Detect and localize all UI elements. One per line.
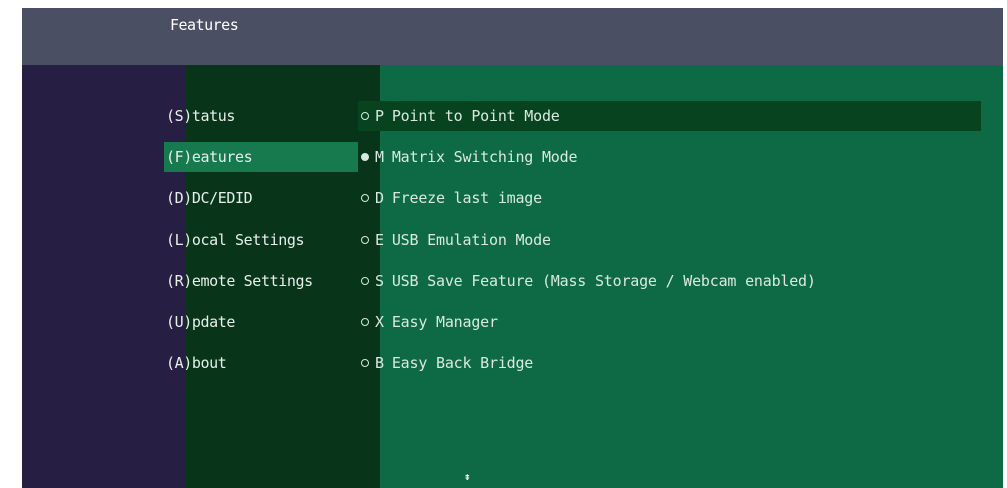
option-hotkey: M bbox=[375, 148, 384, 166]
radio-button[interactable] bbox=[361, 193, 369, 202]
menu-item-label: (L)ocal Settings bbox=[166, 231, 305, 249]
menu-item-label: (A)bout bbox=[166, 354, 227, 372]
menu-item-about[interactable]: (A)bout bbox=[164, 348, 358, 378]
menu-item-label: (U)pdate bbox=[166, 313, 236, 331]
left-blank-pane bbox=[22, 65, 186, 488]
option-usb-emulation-mode[interactable]: E USB Emulation Mode bbox=[358, 225, 981, 255]
option-easy-manager[interactable]: X Easy Manager bbox=[358, 307, 981, 337]
option-hotkey: P bbox=[375, 107, 384, 125]
option-label: Easy Manager bbox=[391, 313, 498, 331]
menu-item-update[interactable]: (U)pdate bbox=[164, 307, 358, 337]
option-label: USB Save Feature (Mass Storage / Webcam … bbox=[391, 272, 816, 290]
menu-item-label: (R)emote Settings bbox=[166, 272, 313, 290]
menu-item-status[interactable]: (S)tatus bbox=[164, 101, 358, 131]
option-point-to-point-mode[interactable]: P Point to Point Mode bbox=[358, 101, 981, 131]
menu-item-label: (D)DC/EDID bbox=[166, 189, 253, 207]
page-title: Features bbox=[170, 16, 239, 34]
option-hotkey: X bbox=[375, 313, 384, 331]
radio-button[interactable] bbox=[361, 235, 369, 244]
option-label: Point to Point Mode bbox=[391, 107, 560, 125]
option-label: USB Emulation Mode bbox=[391, 231, 551, 249]
option-matrix-switching-mode[interactable]: M Matrix Switching Mode bbox=[358, 142, 981, 172]
menu-item-remote-settings[interactable]: (R)emote Settings bbox=[164, 266, 358, 296]
radio-button[interactable] bbox=[361, 358, 369, 367]
mouse-cursor-icon: ⇟ bbox=[464, 470, 471, 483]
option-hotkey: S bbox=[375, 272, 384, 290]
menu-item-label: (S)tatus bbox=[166, 107, 236, 125]
menu-item-label: (F)eatures bbox=[166, 148, 253, 166]
option-hotkey: B bbox=[375, 354, 384, 372]
radio-button[interactable] bbox=[361, 111, 369, 120]
option-usb-save-feature[interactable]: S USB Save Feature (Mass Storage / Webcam… bbox=[358, 266, 981, 296]
menu-item-local-settings[interactable]: (L)ocal Settings bbox=[164, 225, 358, 255]
radio-button[interactable] bbox=[361, 317, 369, 326]
menu-item-features[interactable]: (F)eatures bbox=[164, 142, 358, 172]
option-hotkey: D bbox=[375, 189, 384, 207]
option-label: Matrix Switching Mode bbox=[391, 148, 578, 166]
option-easy-back-bridge[interactable]: B Easy Back Bridge bbox=[358, 348, 981, 378]
option-hotkey: E bbox=[375, 231, 384, 249]
menu-item-ddc-edid[interactable]: (D)DC/EDID bbox=[164, 183, 358, 213]
option-label: Easy Back Bridge bbox=[391, 354, 534, 372]
option-label: Freeze last image bbox=[391, 189, 542, 207]
radio-button-selected[interactable] bbox=[361, 152, 369, 161]
radio-button[interactable] bbox=[361, 276, 369, 285]
option-freeze-last-image[interactable]: D Freeze last image bbox=[358, 183, 981, 213]
